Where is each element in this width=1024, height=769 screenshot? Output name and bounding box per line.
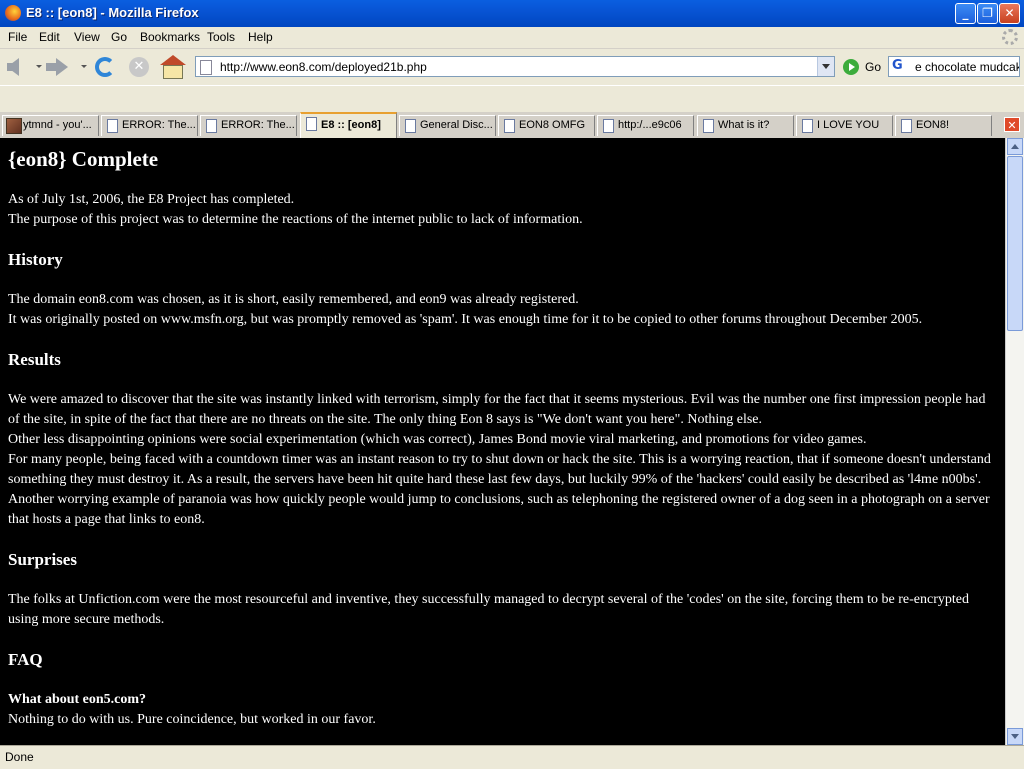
history-heading: History <box>8 250 63 269</box>
page-icon <box>306 117 317 131</box>
address-bar[interactable]: http://www.eon8.com/deployed21b.php <box>195 56 835 77</box>
results-paragraph: We were amazed to discover that the site… <box>8 392 986 427</box>
menu-file[interactable]: File <box>8 30 27 44</box>
menu-bar: File Edit View Go Bookmarks Tools Help <box>0 27 1024 49</box>
page-icon <box>603 119 614 133</box>
intro-line: The purpose of this project was to deter… <box>8 212 583 227</box>
bookmarks-toolbar <box>0 85 1024 113</box>
results-heading: Results <box>8 350 61 369</box>
menu-edit[interactable]: Edit <box>39 30 60 44</box>
page-icon <box>901 119 912 133</box>
tab-error-1[interactable]: ERROR: The... <box>101 115 198 136</box>
tab-http-e9c06[interactable]: http:/...e9c06 <box>597 115 694 136</box>
close-tab-icon[interactable]: ✕ <box>1004 117 1020 132</box>
close-button[interactable]: ✕ <box>999 3 1020 24</box>
history-paragraph: It was originally posted on www.msfn.org… <box>8 312 923 327</box>
navigation-toolbar: ✕ http://www.eon8.com/deployed21b.php Go… <box>0 49 1024 85</box>
tab-favicon-icon <box>6 118 22 134</box>
page-icon <box>405 119 416 133</box>
tab-eon8[interactable]: EON8! <box>895 115 992 136</box>
firefox-icon <box>5 5 21 21</box>
stop-icon: ✕ <box>129 57 149 77</box>
page-icon <box>200 60 212 75</box>
window-title: E8 :: [eon8] - Mozilla Firefox <box>26 5 199 20</box>
address-text[interactable]: http://www.eon8.com/deployed21b.php <box>220 60 427 74</box>
faq-heading: FAQ <box>8 650 43 669</box>
results-paragraph: Another worrying example of paranoia was… <box>8 492 990 527</box>
tab-label: http:/...e9c06 <box>618 119 682 131</box>
status-bar: Done <box>0 745 1024 769</box>
go-icon[interactable] <box>843 59 859 75</box>
search-box[interactable]: G e chocolate mudcake <box>888 56 1020 77</box>
back-button[interactable] <box>4 54 30 80</box>
surprises-paragraph: The folks at Unfiction.com were the most… <box>8 592 969 627</box>
google-search-icon[interactable]: G <box>892 59 906 73</box>
tab-label: EON8! <box>916 119 950 131</box>
back-arrow-icon <box>7 58 19 76</box>
throbber-icon <box>1002 29 1018 45</box>
tab-e8-eon8[interactable]: E8 :: [eon8] <box>300 112 397 138</box>
menu-go[interactable]: Go <box>111 30 127 44</box>
forward-button[interactable] <box>46 54 72 80</box>
search-input[interactable]: e chocolate mudcake <box>915 60 1019 74</box>
reload-icon <box>95 57 115 77</box>
results-paragraph: Other less disappointing opinions were s… <box>8 432 867 447</box>
minimize-button[interactable]: _ <box>955 3 976 24</box>
home-icon <box>160 55 186 79</box>
tab-label: EON8 OMFG <box>519 119 586 131</box>
tab-label: General Disc... <box>420 119 493 131</box>
maximize-button[interactable]: ❐ <box>977 3 998 24</box>
tab-bar: ytmnd - you'... ERROR: The... ERROR: The… <box>0 112 1024 139</box>
tab-label: ytmnd - you'... <box>23 119 92 131</box>
surprises-heading: Surprises <box>8 550 77 569</box>
tab-general-disc[interactable]: General Disc... <box>399 115 496 136</box>
scroll-down-button[interactable] <box>1007 728 1023 745</box>
page-title: {eon8} Complete <box>8 147 159 171</box>
menu-help[interactable]: Help <box>248 30 273 44</box>
tab-label: What is it? <box>718 119 770 131</box>
scrollbar-thumb[interactable] <box>1007 156 1023 331</box>
page-icon <box>504 119 515 133</box>
stop-button[interactable]: ✕ <box>126 54 152 80</box>
faq-question: What about eon5.com? <box>8 692 147 707</box>
tab-i-love-you[interactable]: I LOVE YOU <box>796 115 893 136</box>
go-button-label[interactable]: Go <box>865 60 881 74</box>
title-bar: E8 :: [eon8] - Mozilla Firefox _ ❐ ✕ <box>0 0 1024 27</box>
tab-label: I LOVE YOU <box>817 119 880 131</box>
reload-button[interactable] <box>92 54 118 80</box>
home-button[interactable] <box>160 54 186 80</box>
page-content: {eon8} Complete As of July 1st, 2006, th… <box>0 138 1005 745</box>
page-icon <box>206 119 217 133</box>
vertical-scrollbar[interactable] <box>1005 138 1024 745</box>
tab-label: ERROR: The... <box>122 119 196 131</box>
forward-history-dropdown[interactable] <box>81 65 87 68</box>
tab-error-2[interactable]: ERROR: The... <box>200 115 297 136</box>
tab-label: ERROR: The... <box>221 119 295 131</box>
forward-arrow-icon <box>46 58 68 76</box>
tab-ytmnd[interactable]: ytmnd - you'... <box>2 115 99 136</box>
scroll-up-button[interactable] <box>1007 138 1023 155</box>
intro-line: As of July 1st, 2006, the E8 Project has… <box>8 192 295 207</box>
tab-label: E8 :: [eon8] <box>321 119 381 131</box>
page-icon <box>802 119 813 133</box>
status-text: Done <box>5 750 34 764</box>
page-icon <box>107 119 118 133</box>
menu-tools[interactable]: Tools <box>207 30 235 44</box>
menu-bookmarks[interactable]: Bookmarks <box>140 30 200 44</box>
history-paragraph: The domain eon8.com was chosen, as it is… <box>8 292 579 307</box>
faq-answer: Nothing to do with us. Pure coincidence,… <box>8 712 376 727</box>
results-paragraph: For many people, being faced with a coun… <box>8 452 991 487</box>
tab-what-is-it[interactable]: What is it? <box>697 115 794 136</box>
page-icon <box>703 119 714 133</box>
back-history-dropdown[interactable] <box>36 65 42 68</box>
tab-eon8-omfg[interactable]: EON8 OMFG <box>498 115 595 136</box>
address-dropdown-button[interactable] <box>817 57 834 76</box>
menu-view[interactable]: View <box>74 30 100 44</box>
